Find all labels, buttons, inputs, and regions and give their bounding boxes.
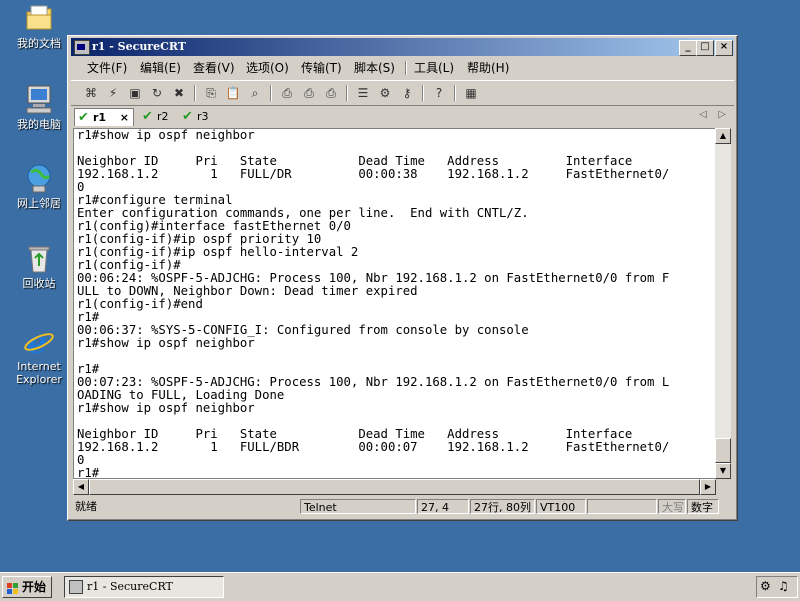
title-bar[interactable]: r1 - SecureCRT _ □ × <box>71 38 734 56</box>
session-tabs: ✔ r1 × ✔ r2 ✔ r3 ◁ ▷ <box>71 106 734 127</box>
desktop-icon-label: 网上邻居 <box>17 197 61 210</box>
scroll-down-icon[interactable]: ▼ <box>715 463 731 479</box>
window-title: r1 - SecureCRT <box>92 40 186 53</box>
taskbar: 开始 r1 - SecureCRT ⚙ ♫ <box>0 572 800 601</box>
internet-explorer-icon: e <box>23 323 55 361</box>
tab-r2[interactable]: ✔ r2 <box>139 108 179 125</box>
start-button[interactable]: 开始 <box>2 576 52 598</box>
taskbar-button-securecrt[interactable]: r1 - SecureCRT <box>64 576 224 598</box>
scroll-up-icon[interactable]: ▲ <box>715 128 731 144</box>
menu-view[interactable]: 查看(V) <box>193 60 235 76</box>
global-options-icon[interactable]: ⚙ <box>376 84 394 102</box>
print-screen-icon[interactable]: ⎙ <box>278 84 296 102</box>
menu-script[interactable]: 脚本(S) <box>354 60 395 76</box>
desktop-icon-label: 回收站 <box>22 277 56 290</box>
tray-network-icon[interactable]: ⚙ <box>760 579 771 593</box>
status-bar: 就绪 Telnet 27, 4 27行, 80列 VT100 大写 数字 <box>71 498 734 516</box>
status-protocol: Telnet <box>300 499 416 514</box>
tab-scroll-right-icon[interactable]: ▷ <box>718 109 726 120</box>
securecrt-icon <box>69 580 83 594</box>
scroll-right-icon[interactable]: ▶ <box>700 479 716 495</box>
toolbar-separator <box>454 85 456 101</box>
keymap-icon[interactable]: ⚷ <box>398 84 416 102</box>
toolbar-separator <box>194 85 196 101</box>
close-button[interactable]: × <box>715 40 733 56</box>
menu-bar: 文件(F) 编辑(E) 查看(V) 选项(O) 传输(T) 脚本(S) 工具(L… <box>71 58 734 78</box>
toolbar: ⌘ ⚡ ▣ ↻ ✖ ⎘ 📋 ⌕ ⎙ ⎙ ⎙ ☰ ⚙ ⚷ ? ▦ <box>71 80 734 106</box>
paste-icon[interactable]: 📋 <box>224 84 242 102</box>
minimize-button[interactable]: _ <box>679 40 697 56</box>
status-caps: 大写 <box>658 499 686 514</box>
start-label: 开始 <box>22 580 47 594</box>
find-icon[interactable]: ⌕ <box>246 84 264 102</box>
app-icon <box>74 40 90 55</box>
toolbar-separator <box>270 85 272 101</box>
desktop-icon-internet-explorer[interactable]: e Internet Explorer <box>8 323 70 386</box>
desktop-icon-network-places[interactable]: 网上邻居 <box>8 162 70 210</box>
tab-label: r2 <box>157 110 169 123</box>
print-icon[interactable]: ⎙ <box>322 84 340 102</box>
menu-help[interactable]: 帮助(H) <box>467 60 509 76</box>
my-computer-icon <box>23 83 55 115</box>
tab-r3[interactable]: ✔ r3 <box>179 108 219 125</box>
my-documents-icon <box>23 2 55 34</box>
connected-check-icon: ✔ <box>78 110 89 125</box>
tab-scroll-left-icon[interactable]: ◁ <box>699 109 707 120</box>
scroll-thumb[interactable] <box>715 438 731 463</box>
menu-file[interactable]: 文件(F) <box>87 60 127 76</box>
desktop-icon-label: 我的文档 <box>17 37 61 50</box>
status-num: 数字 <box>687 499 719 514</box>
toolbar-separator <box>346 85 348 101</box>
taskbar-button-label: r1 - SecureCRT <box>87 580 173 593</box>
maximize-button[interactable]: □ <box>696 40 714 56</box>
tab-label: r3 <box>197 110 209 123</box>
print-selection-icon[interactable]: ⎙ <box>300 84 318 102</box>
desktop-icon-my-computer[interactable]: 我的电脑 <box>8 83 70 131</box>
help-icon[interactable]: ? <box>430 84 448 102</box>
status-ready: 就绪 <box>75 500 97 513</box>
session-options-icon[interactable]: ☰ <box>354 84 372 102</box>
connect-icon[interactable]: ⌘ <box>82 84 100 102</box>
tab-close-icon[interactable]: × <box>120 109 129 126</box>
terminal-output: r1#show ip ospf neighbor Neighbor ID Pri… <box>77 128 670 479</box>
status-empty-panel <box>587 499 657 514</box>
menu-transfer[interactable]: 传输(T) <box>301 60 342 76</box>
connect-tab-icon[interactable]: ▣ <box>126 84 144 102</box>
desktop-icon-label: Internet Explorer <box>16 360 62 386</box>
securecrt-window: r1 - SecureCRT _ □ × 文件(F) 编辑(E) 查看(V) 选… <box>67 35 738 521</box>
desktop-icon-my-documents[interactable]: 我的文档 <box>8 2 70 50</box>
system-tray: ⚙ ♫ <box>756 576 798 598</box>
toolbar-separator <box>422 85 424 101</box>
vertical-scrollbar[interactable]: ▲ ▼ <box>715 128 731 479</box>
disconnect-icon[interactable]: ✖ <box>170 84 188 102</box>
tray-volume-icon[interactable]: ♫ <box>778 579 789 593</box>
recycle-bin-icon <box>23 242 55 274</box>
scroll-thumb[interactable] <box>89 479 700 495</box>
keypad-icon[interactable]: ▦ <box>462 84 480 102</box>
status-emulation: VT100 <box>536 499 586 514</box>
menu-tools[interactable]: 工具(L) <box>414 60 454 76</box>
reconnect-icon[interactable]: ↻ <box>148 84 166 102</box>
terminal-screen[interactable]: r1#show ip ospf neighbor Neighbor ID Pri… <box>73 128 716 479</box>
quick-connect-icon[interactable]: ⚡ <box>104 84 122 102</box>
connected-check-icon: ✔ <box>182 109 193 124</box>
menu-edit[interactable]: 编辑(E) <box>140 60 181 76</box>
copy-icon[interactable]: ⎘ <box>202 84 220 102</box>
connected-check-icon: ✔ <box>142 109 153 124</box>
windows-flag-icon <box>7 581 19 594</box>
status-cursor: 27, 4 <box>417 499 469 514</box>
network-places-icon <box>23 162 55 194</box>
tab-label: r1 <box>93 111 107 124</box>
scroll-left-icon[interactable]: ◀ <box>73 479 89 495</box>
tab-r1[interactable]: ✔ r1 × <box>74 108 134 126</box>
horizontal-scrollbar[interactable]: ◀ ▶ <box>73 479 716 495</box>
menu-separator <box>405 61 407 75</box>
desktop-icon-label: 我的电脑 <box>17 118 61 131</box>
menu-options[interactable]: 选项(O) <box>246 60 289 76</box>
status-rows-cols: 27行, 80列 <box>470 499 535 514</box>
desktop-icon-recycle-bin[interactable]: 回收站 <box>8 242 70 290</box>
